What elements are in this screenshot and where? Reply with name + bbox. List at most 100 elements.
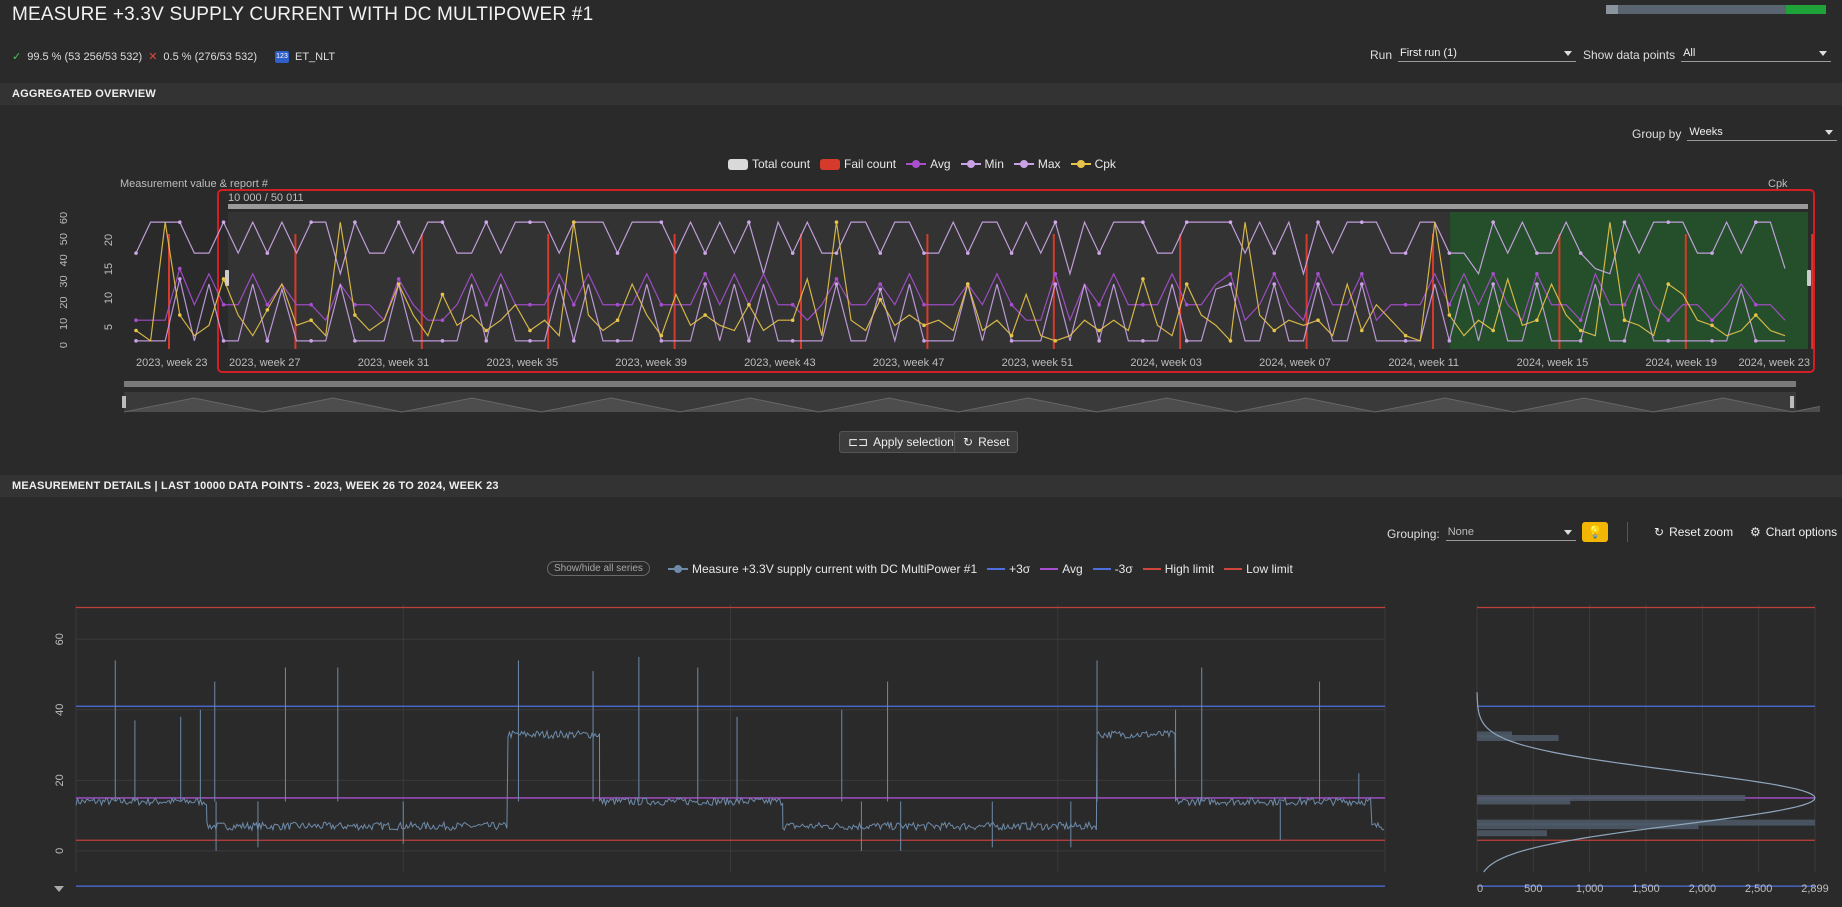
chevron-down-icon [1819, 51, 1828, 56]
series-point [221, 277, 226, 281]
legend-label: +3σ [1009, 562, 1031, 576]
legend-swatch [906, 159, 927, 169]
series-point [484, 328, 489, 333]
series-point [1535, 318, 1539, 322]
histogram-bar [1477, 798, 1571, 805]
legend-label: Avg [930, 157, 951, 171]
series-point [571, 220, 576, 224]
series-point [1272, 328, 1277, 333]
y-tick-label: 20 [103, 234, 115, 246]
apply-selection-button[interactable]: ⊏⊐ Apply selection [839, 431, 963, 453]
show-data-points-value: All [1683, 47, 1696, 59]
overview-chart[interactable]: 10 000 / 50 011010203040506051015201.002… [60, 186, 1820, 426]
run-label: Run [1370, 47, 1393, 62]
lightbulb-button[interactable]: 💡 [1582, 522, 1608, 542]
numeric-tag-icon: 123 [275, 50, 289, 63]
grouping-dropdown[interactable]: None [1445, 526, 1576, 541]
y-tick-label: 30 [60, 275, 70, 287]
navigator-right-handle [1790, 396, 1794, 408]
series-point [484, 302, 489, 307]
legend-label: Low limit [1246, 562, 1293, 576]
series-point [440, 339, 445, 343]
x-tick-label: 2,500 [1745, 883, 1773, 895]
details-legend-item[interactable]: +3σ [987, 562, 1030, 576]
series-point [1403, 339, 1408, 343]
series-point [1053, 339, 1058, 343]
overview-legend: Total count Fail count Avg Min Max Cpk [728, 157, 1116, 171]
series-point [1097, 251, 1101, 255]
page-title: MEASURE +3.3V SUPPLY CURRENT WITH DC MUL… [12, 4, 594, 25]
series-point [1053, 271, 1058, 276]
show-hide-all-series-button[interactable]: Show/hide all series [547, 561, 650, 576]
series-point [484, 220, 489, 224]
overview-legend-item[interactable]: Min [960, 157, 1004, 171]
series-point [440, 318, 445, 322]
overview-legend-item[interactable]: Max [1013, 157, 1061, 171]
series-point [615, 251, 620, 255]
pass-rate-text: 99.5 % (53 256/53 532) [27, 50, 143, 63]
series-point [309, 339, 313, 343]
series-point [1447, 339, 1452, 343]
series-point [922, 323, 926, 328]
legend-label: Min [984, 157, 1004, 171]
series-point [134, 251, 138, 255]
toolbar-divider [1627, 522, 1628, 542]
chart-options-button[interactable]: ⚙ Chart options [1750, 525, 1837, 539]
series-point [1228, 220, 1233, 224]
reset-zoom-button[interactable]: ↻ Reset zoom [1654, 525, 1733, 539]
overview-legend-item[interactable]: Cpk [1070, 157, 1116, 171]
series-point [1491, 220, 1495, 224]
overview-legend-item[interactable]: Avg [906, 157, 951, 171]
series-point [265, 339, 270, 343]
series-point [1666, 318, 1671, 322]
details-legend-item[interactable]: -3σ [1092, 562, 1133, 576]
x-tick-label: 2023, week 27 [229, 357, 301, 369]
y-tick-label: 20 [60, 297, 70, 309]
series-point [571, 339, 576, 343]
series-point [1360, 282, 1364, 286]
y-tick-label: 40 [60, 254, 70, 266]
series-point [1666, 339, 1671, 343]
overview-legend-item[interactable]: Fail count [820, 157, 896, 171]
overview-section-header: AGGREGATED OVERVIEW [0, 83, 1842, 105]
series-point [528, 339, 532, 343]
legend-swatch [1070, 159, 1091, 169]
navigator-scrollbar [124, 381, 1796, 387]
details-legend-item[interactable]: Measure +3.3V supply current with DC Mul… [668, 562, 977, 576]
series-point [221, 339, 226, 343]
details-legend-item[interactable]: Avg [1040, 562, 1083, 576]
reset-button[interactable]: ↻ Reset [954, 431, 1019, 453]
series-point [1097, 302, 1101, 307]
group-by-dropdown[interactable]: Weeks [1687, 126, 1838, 141]
series-point [1316, 271, 1320, 276]
details-legend-item[interactable]: High limit [1142, 562, 1214, 576]
series-point [790, 302, 795, 307]
series-point [659, 333, 664, 338]
legend-label: Avg [1062, 562, 1083, 576]
selection-bar [228, 204, 1808, 209]
run-dropdown[interactable]: First run (1) [1398, 47, 1577, 62]
x-tick-label: 2024, week 23 [1738, 357, 1810, 369]
show-data-points-dropdown[interactable]: All [1681, 47, 1832, 62]
overview-legend-item[interactable]: Total count [728, 157, 810, 171]
legend-label: Fail count [844, 157, 897, 171]
series-point [1710, 251, 1714, 255]
details-legend-item[interactable]: Low limit [1224, 562, 1293, 576]
series-point [1754, 302, 1758, 307]
stats-row: ✓ 99.5 % (53 256/53 532) ✕ 0.5 % (276/53… [12, 50, 335, 63]
lightbulb-icon: 💡 [1587, 525, 1603, 539]
details-chart[interactable]: 0 20 40 60 0 500 1,000 1,500 2,000 2,500 2,899 [30, 596, 1830, 907]
x-tick-label: 0 [1477, 883, 1483, 895]
x-tick-label: 2024, week 07 [1259, 357, 1331, 369]
chevron-down-icon[interactable] [54, 886, 64, 892]
series-point [615, 318, 620, 322]
series-point [353, 220, 357, 224]
series-point [1578, 339, 1583, 343]
legend-swatch [960, 159, 981, 169]
legend-swatch [668, 564, 688, 574]
series-point [1710, 318, 1714, 322]
y-tick-label: 50 [60, 233, 70, 245]
series-point [1578, 328, 1583, 333]
series-point [528, 328, 532, 333]
series-point [396, 277, 401, 281]
